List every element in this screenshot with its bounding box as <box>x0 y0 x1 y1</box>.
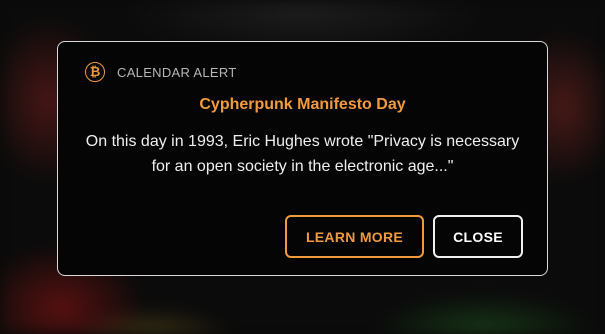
calendar-alert-dialog: ₿ CALENDAR ALERT Cypherpunk Manifesto Da… <box>57 41 548 276</box>
alert-header-label: CALENDAR ALERT <box>117 64 237 80</box>
close-button[interactable]: CLOSE <box>433 215 523 258</box>
bitcoin-icon: ₿ <box>85 62 105 82</box>
alert-title: Cypherpunk Manifesto Day <box>199 96 406 113</box>
learn-more-button[interactable]: LEARN MORE <box>285 215 424 258</box>
alert-header: ₿ CALENDAR ALERT <box>85 62 237 82</box>
alert-message: On this day in 1993, Eric Hughes wrote "… <box>85 133 520 175</box>
